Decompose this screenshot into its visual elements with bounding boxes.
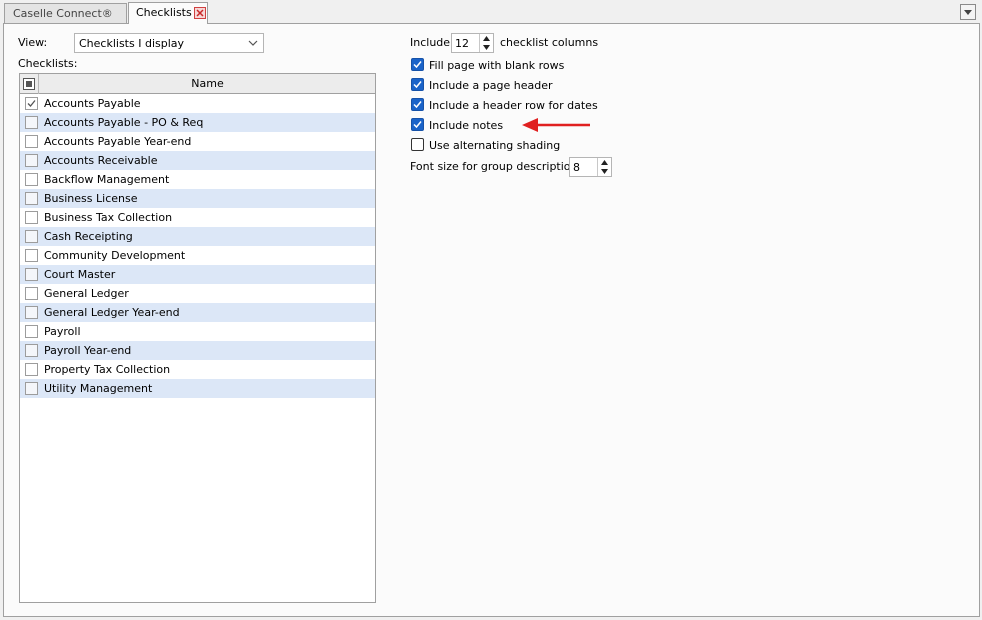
- row-name: Accounts Payable: [44, 97, 141, 110]
- tab-menu-button[interactable]: [960, 4, 976, 20]
- row-checkbox[interactable]: [25, 249, 38, 262]
- row-checkbox[interactable]: [25, 154, 38, 167]
- columns-spinner[interactable]: 12: [451, 33, 494, 53]
- table-row[interactable]: Business Tax Collection: [20, 208, 375, 227]
- row-name: Court Master: [44, 268, 116, 281]
- row-name: Accounts Receivable: [44, 154, 158, 167]
- table-row[interactable]: Property Tax Collection: [20, 360, 375, 379]
- header-row-dates-label: Include a header row for dates: [429, 99, 598, 112]
- tab-checklists[interactable]: Checklists: [128, 2, 208, 24]
- tab-bar: Caselle Connect® Checklists: [0, 0, 982, 24]
- checklists-grid: Name Accounts Payable Accounts Payable - …: [19, 73, 376, 603]
- row-name: Accounts Payable - PO & Req: [44, 116, 204, 129]
- table-row[interactable]: Payroll Year-end: [20, 341, 375, 360]
- row-name: Utility Management: [44, 382, 153, 395]
- checklist-rows: Accounts Payable Accounts Payable - PO & …: [20, 94, 375, 398]
- table-row[interactable]: Accounts Payable Year-end: [20, 132, 375, 151]
- row-checkbox[interactable]: [25, 97, 38, 110]
- chevron-down-icon: [964, 10, 972, 15]
- alternating-shading-label: Use alternating shading: [429, 139, 561, 152]
- table-row[interactable]: Accounts Payable - PO & Req: [20, 113, 375, 132]
- alternating-shading-checkbox[interactable]: [411, 138, 424, 151]
- check-icon: [413, 61, 422, 69]
- row-name: Payroll: [44, 325, 81, 338]
- row-name: Cash Receipting: [44, 230, 133, 243]
- annotation-arrow-icon: [522, 118, 590, 132]
- row-name: Payroll Year-end: [44, 344, 132, 357]
- font-size-label: Font size for group description:: [410, 160, 582, 173]
- fill-blank-rows-label: Fill page with blank rows: [429, 59, 565, 72]
- table-row[interactable]: Court Master: [20, 265, 375, 284]
- row-checkbox[interactable]: [25, 192, 38, 205]
- row-name: Property Tax Collection: [44, 363, 171, 376]
- row-checkbox[interactable]: [25, 382, 38, 395]
- close-icon[interactable]: [194, 7, 206, 19]
- view-label: View:: [18, 36, 48, 49]
- spinner-up-icon[interactable]: [480, 34, 493, 43]
- columns-suffix-label: checklist columns: [500, 36, 599, 49]
- check-icon: [413, 101, 422, 109]
- row-name: Community Development: [44, 249, 186, 262]
- table-row[interactable]: Community Development: [20, 246, 375, 265]
- font-size-value: 8: [573, 161, 580, 174]
- tab-caselle-connect[interactable]: Caselle Connect®: [4, 3, 127, 23]
- table-row[interactable]: Accounts Receivable: [20, 151, 375, 170]
- table-row[interactable]: Cash Receipting: [20, 227, 375, 246]
- table-row[interactable]: Payroll: [20, 322, 375, 341]
- row-name: Backflow Management: [44, 173, 170, 186]
- page-header-checkbox[interactable]: [411, 78, 424, 91]
- view-select[interactable]: Checklists I display: [74, 33, 264, 53]
- check-icon: [413, 121, 422, 129]
- check-icon: [413, 81, 422, 89]
- row-checkbox[interactable]: [25, 230, 38, 243]
- grid-header: Name: [20, 74, 375, 94]
- row-name: Accounts Payable Year-end: [44, 135, 192, 148]
- row-name: General Ledger: [44, 287, 129, 300]
- column-header-name[interactable]: Name: [40, 74, 375, 94]
- checklists-panel: View: Checklists I display Checklists: N…: [3, 23, 980, 617]
- row-checkbox[interactable]: [25, 268, 38, 281]
- select-all-checkbox[interactable]: [20, 74, 39, 94]
- table-row[interactable]: General Ledger Year-end: [20, 303, 375, 322]
- row-checkbox[interactable]: [25, 211, 38, 224]
- row-checkbox[interactable]: [25, 173, 38, 186]
- header-row-dates-checkbox[interactable]: [411, 98, 424, 111]
- row-name: Business Tax Collection: [44, 211, 173, 224]
- table-row[interactable]: General Ledger: [20, 284, 375, 303]
- row-name: Business License: [44, 192, 138, 205]
- view-select-value: Checklists I display: [79, 37, 185, 50]
- page-header-label: Include a page header: [429, 79, 553, 92]
- include-label: Include: [410, 36, 451, 49]
- include-notes-label: Include notes: [429, 119, 504, 132]
- row-checkbox[interactable]: [25, 135, 38, 148]
- columns-value: 12: [455, 37, 469, 50]
- chevron-down-icon: [248, 40, 258, 46]
- row-name: General Ledger Year-end: [44, 306, 180, 319]
- row-checkbox[interactable]: [25, 363, 38, 376]
- spinner-up-icon[interactable]: [598, 158, 611, 167]
- row-checkbox[interactable]: [25, 306, 38, 319]
- table-row[interactable]: Backflow Management: [20, 170, 375, 189]
- table-row[interactable]: Accounts Payable: [20, 94, 375, 113]
- checklists-label: Checklists:: [18, 57, 78, 70]
- tristate-checkbox-icon: [23, 78, 35, 90]
- table-row[interactable]: Utility Management: [20, 379, 375, 398]
- table-row[interactable]: Business License: [20, 189, 375, 208]
- spinner-down-icon[interactable]: [598, 167, 611, 176]
- check-icon: [27, 100, 36, 107]
- font-size-spinner[interactable]: 8: [569, 157, 612, 177]
- tab-label: Checklists: [136, 6, 192, 19]
- fill-blank-rows-checkbox[interactable]: [411, 58, 424, 71]
- row-checkbox[interactable]: [25, 287, 38, 300]
- row-checkbox[interactable]: [25, 344, 38, 357]
- row-checkbox[interactable]: [25, 325, 38, 338]
- include-notes-checkbox[interactable]: [411, 118, 424, 131]
- row-checkbox[interactable]: [25, 116, 38, 129]
- spinner-down-icon[interactable]: [480, 43, 493, 52]
- tab-label: Caselle Connect®: [13, 7, 113, 20]
